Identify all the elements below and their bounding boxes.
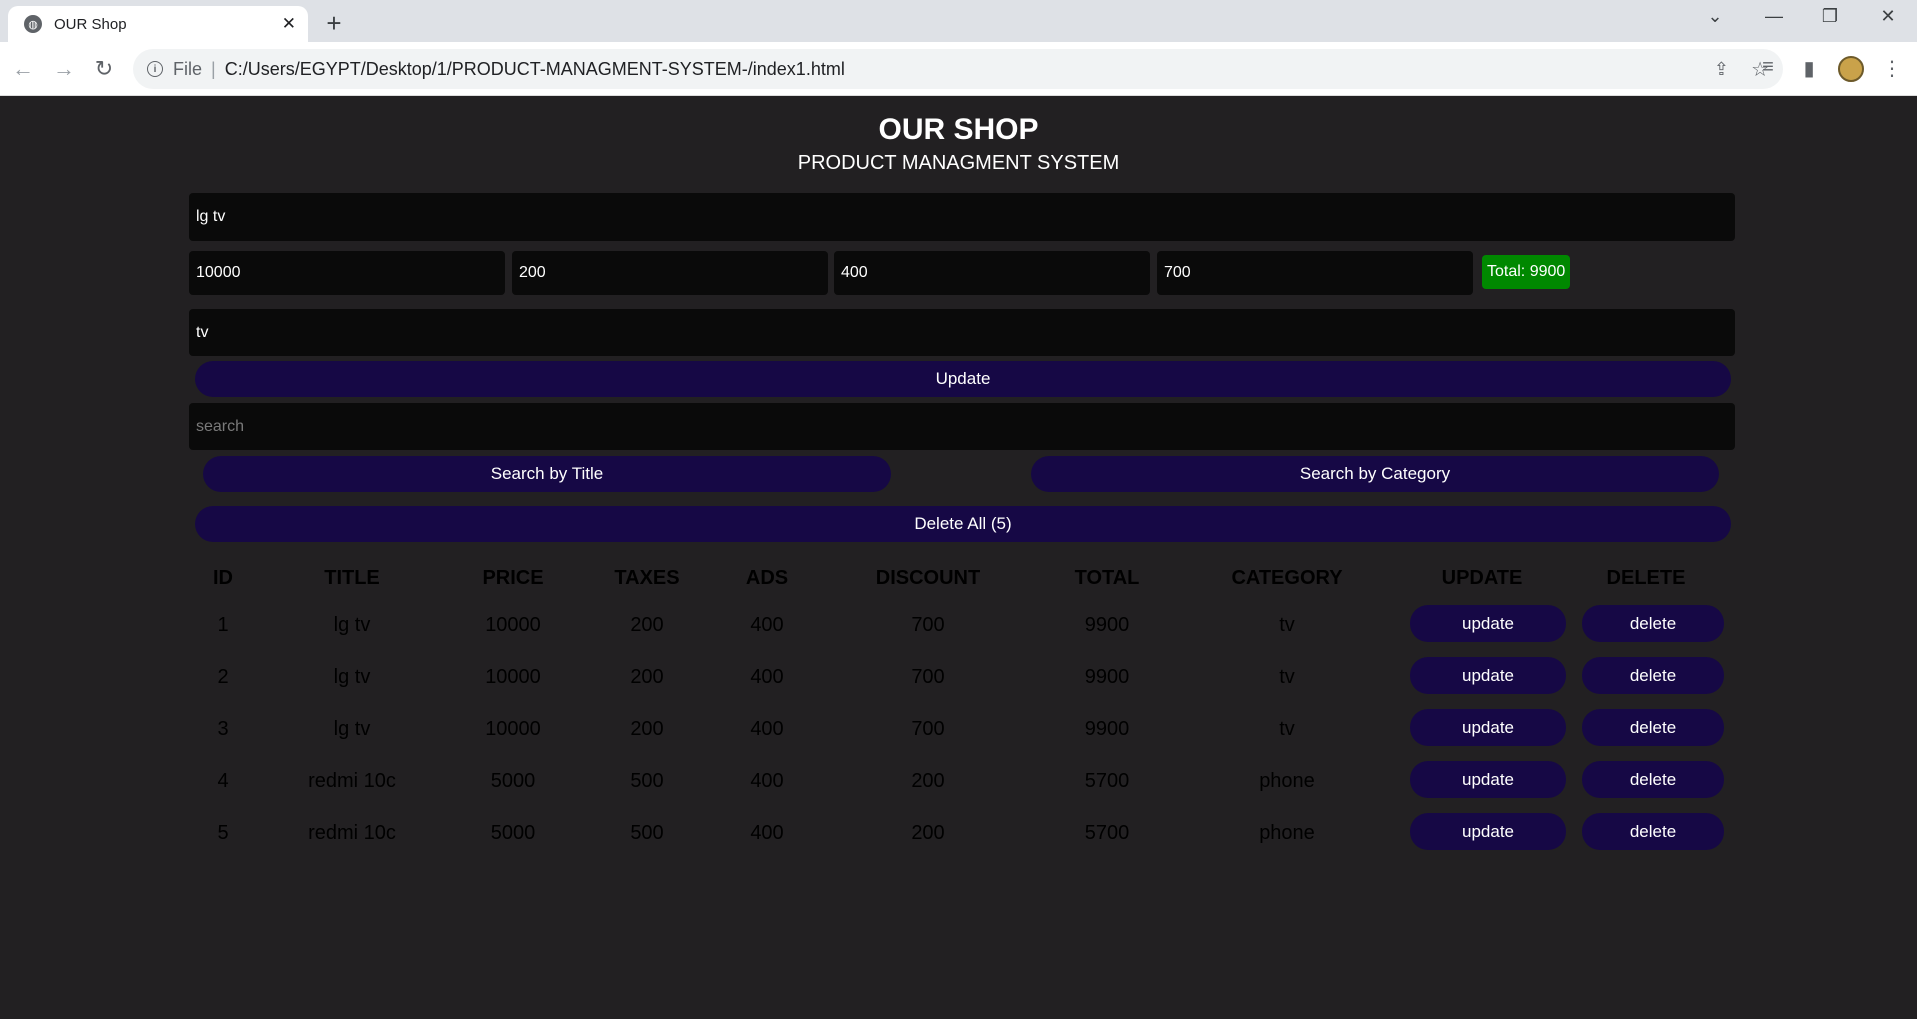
cell-discount: 700 (911, 666, 945, 688)
cell-discount: 700 (911, 718, 945, 740)
col-header-update: UPDATE (1441, 567, 1523, 589)
cell-discount: 700 (911, 614, 945, 636)
discount-input[interactable]: 700 (1157, 251, 1473, 295)
row-delete-button[interactable]: delete (1582, 761, 1724, 798)
row-delete-button[interactable]: delete (1582, 813, 1724, 850)
browser-toolbar: ← → ↻ i File | C:/Users/EGYPT/Desktop/1/… (0, 42, 1917, 96)
row-update-button[interactable]: update (1410, 657, 1566, 694)
row-update-button[interactable]: update (1410, 761, 1566, 798)
cell-taxes: 200 (630, 666, 664, 688)
page-subtitle: PRODUCT MANAGMENT SYSTEM (797, 152, 1120, 174)
reading-list-icon[interactable]: ≡ (1755, 56, 1781, 79)
cell-id: 1 (217, 614, 229, 636)
cell-price: 10000 (485, 718, 541, 740)
cell-total: 9900 (1084, 718, 1130, 740)
cell-id: 3 (217, 718, 229, 740)
row-update-button[interactable]: update (1410, 709, 1566, 746)
cell-taxes: 500 (630, 770, 664, 792)
address-scheme: File (173, 58, 203, 79)
cell-id: 5 (217, 822, 229, 844)
restore-icon[interactable]: ❐ (1818, 6, 1842, 27)
side-panel-icon[interactable]: ▮ (1796, 56, 1822, 81)
cell-id: 2 (217, 666, 229, 688)
col-header-discount: DISCOUNT (875, 567, 981, 589)
minimize-icon[interactable]: — (1762, 6, 1786, 27)
cell-discount: 200 (911, 822, 945, 844)
col-header-taxes: TAXES (614, 567, 680, 589)
total-badge: Total: 9900 (1482, 255, 1571, 289)
cell-price: 10000 (485, 666, 541, 688)
browser-tab-bar: ◍ OUR Shop ✕ + ⌄ — ❐ ✕ (0, 0, 1917, 42)
back-icon[interactable]: ← (10, 56, 36, 82)
address-bar[interactable]: i File | C:/Users/EGYPT/Desktop/1/PRODUC… (133, 49, 1783, 89)
col-header-ads: ADS (745, 567, 789, 589)
address-url: C:/Users/EGYPT/Desktop/1/PRODUCT-MANAGME… (224, 58, 845, 79)
cell-taxes: 200 (630, 718, 664, 740)
cell-price: 5000 (490, 770, 536, 792)
taxes-input[interactable]: 200 (512, 251, 828, 295)
close-window-icon[interactable]: ✕ (1876, 6, 1900, 27)
browser-tab[interactable]: ◍ OUR Shop ✕ (8, 6, 308, 42)
cell-ads: 400 (750, 718, 784, 740)
reload-icon[interactable]: ↻ (91, 56, 117, 82)
delete-all-button[interactable]: Delete All (5) (195, 506, 1731, 542)
tab-search-icon[interactable]: ⌄ (1703, 6, 1727, 27)
price-input[interactable]: 10000 (189, 251, 505, 295)
cell-category: tv (1279, 666, 1295, 688)
close-tab-icon[interactable]: ✕ (282, 14, 296, 34)
col-header-delete: DELETE (1606, 567, 1686, 589)
title-input[interactable]: lg tv (189, 193, 1735, 241)
category-input[interactable]: tv (189, 309, 1735, 356)
search-input[interactable]: search (189, 403, 1735, 450)
cell-category: tv (1279, 718, 1295, 740)
new-tab-icon[interactable]: + (320, 8, 348, 39)
page-title: OUR SHOP (878, 113, 1039, 146)
cell-total: 9900 (1084, 666, 1130, 688)
row-delete-button[interactable]: delete (1582, 709, 1724, 746)
cell-title: redmi 10c (308, 822, 396, 844)
cell-ads: 400 (750, 770, 784, 792)
row-update-button[interactable]: update (1410, 605, 1566, 642)
col-header-total: TOTAL (1074, 567, 1140, 589)
update-submit-button[interactable]: Update (195, 361, 1731, 397)
cell-total: 5700 (1084, 822, 1130, 844)
cell-price: 5000 (490, 822, 536, 844)
cell-total: 5700 (1084, 770, 1130, 792)
row-delete-button[interactable]: delete (1582, 605, 1724, 642)
profile-avatar[interactable] (1838, 56, 1864, 82)
ads-input[interactable]: 400 (834, 251, 1150, 295)
cell-ads: 400 (750, 666, 784, 688)
col-header-price: PRICE (482, 567, 544, 589)
cell-category: phone (1259, 822, 1315, 844)
col-header-id: ID (213, 567, 233, 589)
address-separator: | (211, 58, 216, 79)
row-update-button[interactable]: update (1410, 813, 1566, 850)
cell-title: redmi 10c (308, 770, 396, 792)
cell-title: lg tv (333, 666, 371, 688)
cell-id: 4 (217, 770, 229, 792)
share-icon[interactable]: ⇪ (1714, 59, 1729, 80)
cell-title: lg tv (333, 614, 371, 636)
col-header-category: CATEGORY (1231, 567, 1343, 589)
cell-taxes: 500 (630, 822, 664, 844)
cell-ads: 400 (750, 614, 784, 636)
cell-discount: 200 (911, 770, 945, 792)
search-by-category-button[interactable]: Search by Category (1031, 456, 1719, 492)
cell-category: phone (1259, 770, 1315, 792)
cell-price: 10000 (485, 614, 541, 636)
cell-title: lg tv (333, 718, 371, 740)
globe-icon: ◍ (24, 15, 42, 33)
menu-kebab-icon[interactable]: ⋮ (1879, 56, 1905, 81)
row-delete-button[interactable]: delete (1582, 657, 1724, 694)
app-page: OUR SHOP PRODUCT MANAGMENT SYSTEM lg tv … (0, 97, 1917, 1019)
col-header-title: TITLE (324, 567, 380, 589)
cell-category: tv (1279, 614, 1295, 636)
cell-total: 9900 (1084, 614, 1130, 636)
cell-taxes: 200 (630, 614, 664, 636)
cell-ads: 400 (750, 822, 784, 844)
tab-title: OUR Shop (54, 15, 127, 33)
search-by-title-button[interactable]: Search by Title (203, 456, 891, 492)
forward-icon[interactable]: → (51, 56, 77, 82)
info-icon[interactable]: i (147, 61, 163, 77)
